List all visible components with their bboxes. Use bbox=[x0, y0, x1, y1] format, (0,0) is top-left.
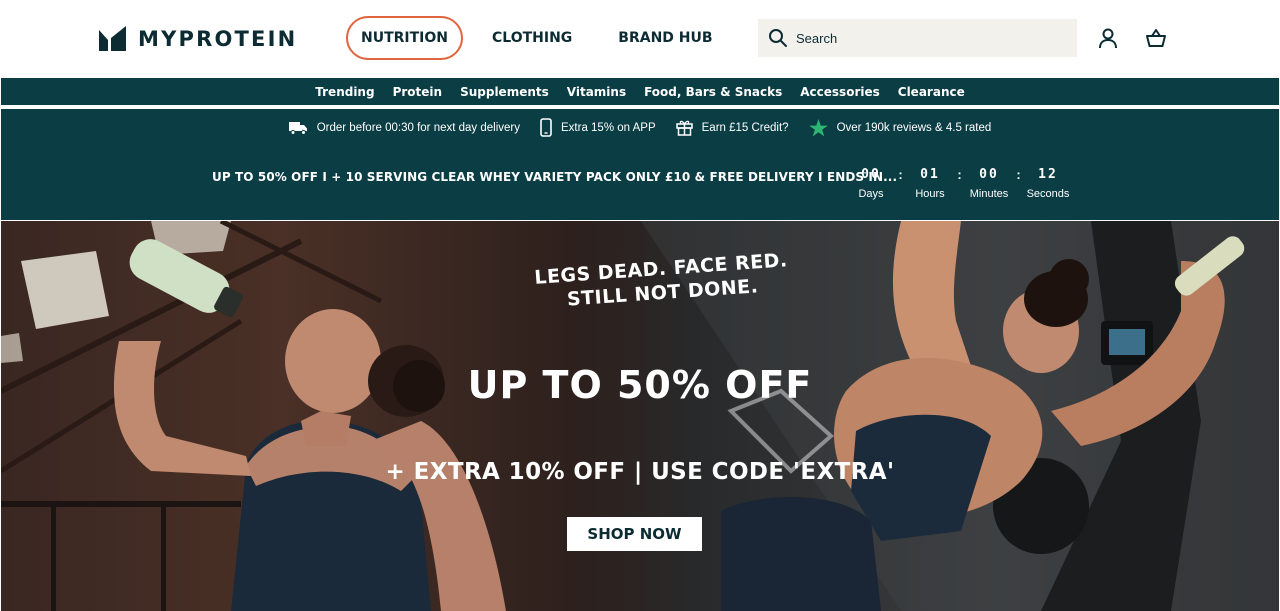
countdown-minutes-label: Minutes bbox=[969, 188, 1009, 200]
category-accessories[interactable]: Accessories bbox=[800, 85, 880, 99]
countdown-hours-value: 01 bbox=[920, 167, 940, 182]
usp-credit-text: Earn £15 Credit? bbox=[701, 121, 789, 134]
countdown-timer: 00 Days : 01 Hours : 00 Minutes : 12 Sec… bbox=[849, 167, 1070, 200]
hero-subline: + EXTRA 10% OFF | USE CODE 'EXTRA' bbox=[385, 459, 895, 485]
search-bar[interactable] bbox=[758, 19, 1077, 57]
countdown-separator: : bbox=[1016, 167, 1021, 182]
nav-nutrition[interactable]: NUTRITION bbox=[346, 16, 464, 60]
search-input[interactable] bbox=[796, 30, 1056, 46]
countdown-hours-label: Hours bbox=[915, 188, 945, 200]
countdown-minutes-value: 00 bbox=[979, 167, 999, 182]
promo-ticker[interactable]: UP TO 50% OFF I + 10 SERVING CLEAR WHEY … bbox=[212, 170, 897, 184]
category-supplements[interactable]: Supplements bbox=[460, 85, 549, 99]
countdown-separator: : bbox=[898, 167, 903, 182]
category-bar: Trending Protein Supplements Vitamins Fo… bbox=[1, 78, 1279, 107]
nav-brand-hub[interactable]: BRAND HUB bbox=[605, 16, 725, 60]
search-icon bbox=[769, 29, 787, 47]
shop-now-button[interactable]: SHOP NOW bbox=[567, 517, 702, 551]
phone-icon bbox=[540, 118, 552, 137]
brand-name: MYPROTEIN bbox=[138, 26, 298, 51]
countdown-seconds: 12 Seconds bbox=[1026, 167, 1070, 200]
myprotein-logo-mark-icon bbox=[99, 26, 126, 51]
hero-banner[interactable]: LEGS DEAD. FACE RED. STILL NOT DONE. UP … bbox=[1, 221, 1279, 611]
usp-delivery[interactable]: Order before 00:30 for next day delivery bbox=[288, 121, 520, 135]
basket-icon[interactable] bbox=[1145, 27, 1167, 49]
account-icon[interactable] bbox=[1097, 27, 1119, 49]
countdown-seconds-value: 12 bbox=[1038, 167, 1058, 182]
main-nav: NUTRITION CLOTHING BRAND HUB bbox=[346, 16, 734, 60]
countdown-separator: : bbox=[957, 167, 962, 182]
usp-app-text: Extra 15% on APP bbox=[561, 121, 656, 134]
usp-credit[interactable]: Earn £15 Credit? bbox=[675, 119, 789, 136]
category-protein[interactable]: Protein bbox=[393, 85, 443, 99]
category-clearance[interactable]: Clearance bbox=[898, 85, 965, 99]
myprotein-logo[interactable]: MYPROTEIN bbox=[99, 26, 297, 51]
countdown-hours: 01 Hours bbox=[908, 167, 952, 200]
category-vitamins[interactable]: Vitamins bbox=[567, 85, 626, 99]
usp-app[interactable]: Extra 15% on APP bbox=[540, 118, 656, 137]
truck-icon bbox=[288, 121, 307, 135]
promo-band: Order before 00:30 for next day delivery… bbox=[1, 109, 1279, 220]
countdown-seconds-label: Seconds bbox=[1026, 188, 1070, 200]
countdown-minutes: 00 Minutes bbox=[967, 167, 1011, 200]
usp-delivery-text: Order before 00:30 for next day delivery bbox=[316, 121, 520, 134]
usp-reviews-text: Over 190k reviews & 4.5 rated bbox=[836, 121, 992, 134]
site-header: MYPROTEIN NUTRITION CLOTHING BRAND HUB bbox=[0, 0, 1280, 77]
category-trending[interactable]: Trending bbox=[315, 85, 374, 99]
star-icon bbox=[808, 118, 828, 137]
hero-headline: UP TO 50% OFF bbox=[467, 363, 813, 407]
countdown-days: 00 Days bbox=[849, 167, 893, 200]
countdown-days-label: Days bbox=[858, 188, 884, 200]
gift-icon bbox=[675, 120, 693, 136]
usp-reviews[interactable]: Over 190k reviews & 4.5 rated bbox=[808, 118, 992, 137]
nav-clothing[interactable]: CLOTHING bbox=[479, 16, 585, 60]
category-food-bars-snacks[interactable]: Food, Bars & Snacks bbox=[644, 85, 782, 99]
countdown-days-value: 00 bbox=[861, 167, 881, 182]
usp-row: Order before 00:30 for next day delivery… bbox=[1, 118, 1279, 137]
